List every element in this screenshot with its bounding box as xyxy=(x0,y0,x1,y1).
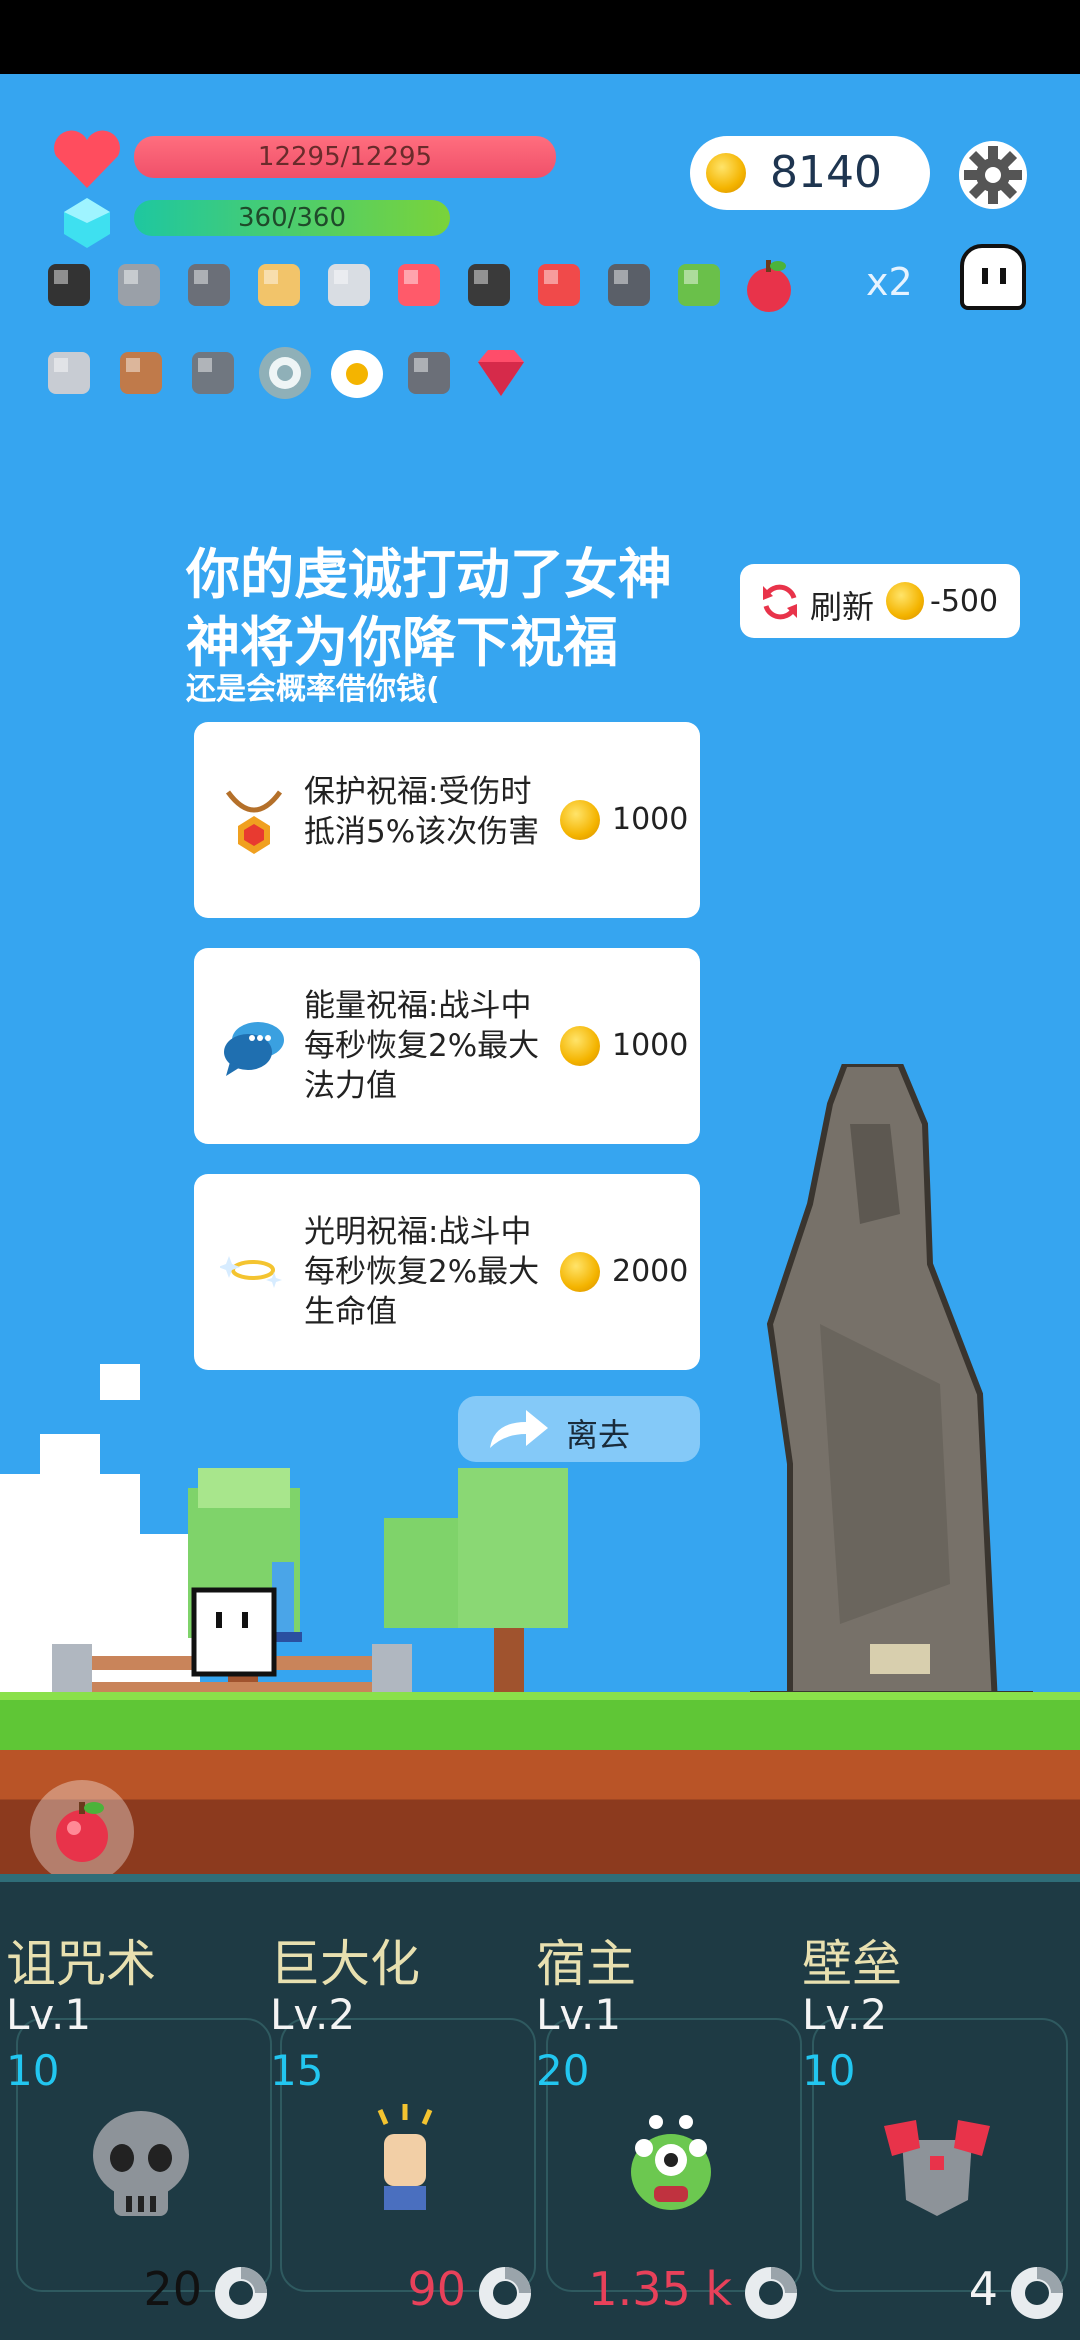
scroll-icon xyxy=(258,264,300,306)
bat-icon xyxy=(48,264,90,306)
grass-ground xyxy=(0,1692,1080,1756)
ghost-pet-icon[interactable] xyxy=(960,244,1026,310)
blessing-line: 生命值 xyxy=(304,1294,397,1330)
skill-cost: 15 xyxy=(270,2046,324,2095)
blessing-line: 能量祝福:战斗中 xyxy=(304,988,532,1024)
coin-counter: 8140 xyxy=(690,136,930,210)
refresh-label: 刷新 xyxy=(810,588,875,626)
sapling-icon xyxy=(678,264,720,306)
coin-amount: 8140 xyxy=(770,147,882,198)
arrow-icon xyxy=(490,1410,548,1448)
fist-icon xyxy=(377,2104,433,2210)
short-sword-icon xyxy=(48,352,90,394)
halo-icon xyxy=(220,1256,282,1288)
speed-multiplier[interactable]: x2 xyxy=(866,260,913,304)
blessing-card-light[interactable]: 光明祝福:战斗中 每秒恢复2%最大 生命值 2000 xyxy=(194,1174,700,1370)
apple-icon xyxy=(747,260,791,312)
blessing-line: 光明祝福:战斗中 xyxy=(304,1214,532,1250)
skill-level: Lv.1 xyxy=(536,1990,622,2039)
skill-level: Lv.1 xyxy=(6,1990,92,2039)
small-cloud-decoration xyxy=(100,1364,140,1400)
upgrade-spin-icon[interactable] xyxy=(476,2264,534,2322)
skill-level: Lv.2 xyxy=(270,1990,356,2039)
cauldron-icon xyxy=(468,264,510,306)
mana-bar: 360/360 xyxy=(134,200,450,236)
uzi-icon xyxy=(608,264,650,306)
sneaker-icon xyxy=(538,264,580,306)
skill-cost: 20 xyxy=(536,2046,590,2095)
blessing-price: 1000 xyxy=(612,802,689,837)
dirt-ground xyxy=(0,1750,1080,1874)
skill-name: 宿主 xyxy=(536,1935,636,1993)
skill-count: 20 xyxy=(143,2262,202,2316)
sword-icon xyxy=(328,264,370,306)
monster-icon xyxy=(631,2115,711,2210)
blessing-line: 抵消5%该次伤害 xyxy=(304,814,540,850)
refresh-button[interactable]: 刷新 -500 xyxy=(740,564,1020,638)
blessing-description: 能量祝福:战斗中 每秒恢复2%最大 法力值 xyxy=(304,986,574,1106)
blessing-description: 保护祝福:受伤时 抵消5%该次伤害 xyxy=(304,772,574,852)
skull-icon xyxy=(93,2111,189,2216)
blessing-line: 法力值 xyxy=(304,1068,397,1104)
mortar-icon xyxy=(188,264,230,306)
coin-icon xyxy=(560,1252,600,1292)
skill-count: 4 xyxy=(968,2262,998,2316)
skill-cost: 10 xyxy=(802,2046,856,2095)
hammer-icon xyxy=(118,264,160,306)
upgrade-spin-icon[interactable] xyxy=(212,2264,270,2322)
blessing-price: 1000 xyxy=(612,1028,689,1063)
skill-level: Lv.2 xyxy=(802,1990,888,2039)
blessing-price: 2000 xyxy=(612,1254,689,1289)
skill-count: 1.35 k xyxy=(588,2262,732,2316)
refresh-cost: -500 xyxy=(930,584,999,619)
panel-divider xyxy=(0,1874,1080,1882)
fried-egg-icon xyxy=(331,350,383,398)
skill-name: 巨大化 xyxy=(270,1935,420,1993)
health-bar: 12295/12295 xyxy=(134,136,556,178)
leave-label: 离去 xyxy=(566,1416,631,1454)
refresh-icon xyxy=(763,584,797,620)
goddess-statue xyxy=(750,1064,1033,1761)
mana-crystal-icon xyxy=(64,198,110,248)
settings-gear-icon[interactable] xyxy=(958,140,1028,210)
status-bar xyxy=(0,0,1080,74)
apple-potion-icon xyxy=(56,1802,108,1862)
pill-icon xyxy=(398,264,440,306)
helmet-icon xyxy=(192,352,234,394)
blessing-line: 保护祝福:受伤时 xyxy=(304,774,532,810)
coin-icon xyxy=(560,1026,600,1066)
blessing-description: 光明祝福:战斗中 每秒恢复2%最大 生命值 xyxy=(304,1212,574,1332)
skill-name: 壁垒 xyxy=(802,1935,902,1993)
blessing-line: 每秒恢复2%最大 xyxy=(304,1028,540,1064)
shield-icon xyxy=(259,347,311,399)
coin-icon xyxy=(706,153,746,193)
upgrade-spin-icon[interactable] xyxy=(1008,2264,1066,2322)
skill-count: 90 xyxy=(407,2262,466,2316)
mortar-icon xyxy=(408,352,450,394)
leave-button[interactable]: 离去 xyxy=(458,1396,700,1462)
skill-name: 诅咒术 xyxy=(6,1935,156,1993)
amulet-icon xyxy=(225,790,283,854)
heart-icon xyxy=(54,130,120,188)
armor-icon xyxy=(884,2120,990,2216)
blessing-line: 每秒恢复2%最大 xyxy=(304,1254,540,1290)
blessing-card-energy[interactable]: 能量祝福:战斗中 每秒恢复2%最大 法力值 1000 xyxy=(194,948,700,1144)
player-character xyxy=(191,1562,302,1677)
skill-cost: 10 xyxy=(6,2046,60,2095)
upgrade-spin-icon[interactable] xyxy=(742,2264,800,2322)
blessing-card-protection[interactable]: 保护祝福:受伤时 抵消5%该次伤害 1000 xyxy=(194,722,700,918)
coin-icon xyxy=(886,582,924,620)
coin-icon xyxy=(560,800,600,840)
event-subtitle: 还是会概率借你钱( xyxy=(186,672,440,707)
potion-button[interactable] xyxy=(30,1780,134,1884)
ruby-icon xyxy=(478,350,524,396)
drumstick-icon xyxy=(120,352,162,394)
chat-bubble-icon xyxy=(224,1022,284,1076)
